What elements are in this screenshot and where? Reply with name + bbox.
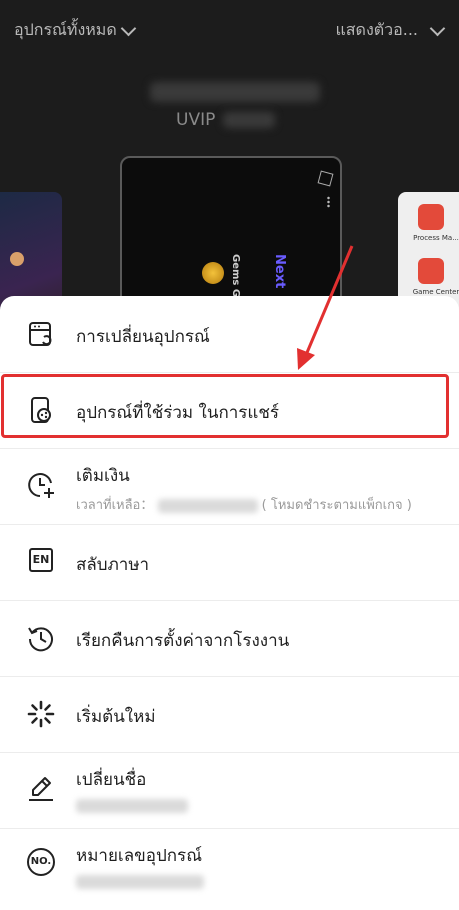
menu-item-rename[interactable]: เปลี่ยนชื่อ bbox=[0, 752, 459, 829]
language-icon: EN bbox=[29, 548, 53, 572]
menu-item-language[interactable]: EN สลับภาษา bbox=[0, 524, 459, 601]
app-label: Game Center bbox=[412, 288, 459, 296]
menu-item-recharge[interactable]: เติมเงิน เวลาที่เหลือ： ( โหมดชำระตามแพ็ก… bbox=[0, 448, 459, 525]
display-dropdown[interactable]: แสดงตัวอ... bbox=[335, 18, 446, 43]
device-number-value bbox=[76, 874, 204, 889]
device-menu-sheet: การเปลี่ยนอุปกรณ์ อุปกรณ์ที่ใช้ร่วม ในกา… bbox=[0, 296, 459, 910]
device-number-icon: NO. bbox=[27, 848, 55, 876]
next-text: Next bbox=[272, 254, 287, 289]
game-center-icon bbox=[418, 258, 444, 284]
process-manager-icon bbox=[418, 204, 444, 230]
menu-item-label: เรียกคืนการตั้งค่าจากโรงงาน bbox=[76, 631, 290, 651]
menu-item-switch-device[interactable]: การเปลี่ยนอุปกรณ์ bbox=[0, 296, 459, 373]
menu-item-restart[interactable]: เริ่มต้นใหม่ bbox=[0, 676, 459, 753]
game-character bbox=[10, 252, 24, 266]
chevron-down-icon bbox=[429, 20, 446, 36]
more-icon[interactable] bbox=[327, 196, 330, 208]
device-name-value bbox=[76, 798, 188, 813]
restore-icon bbox=[28, 627, 53, 652]
remaining-time-blurred bbox=[157, 498, 258, 513]
device-filter-dropdown[interactable]: อุปกรณ์ทั้งหมด bbox=[14, 18, 137, 43]
app-icon bbox=[317, 170, 334, 187]
display-label: แสดงตัวอ... bbox=[335, 20, 418, 39]
menu-item-label: เติมเงิน bbox=[76, 466, 130, 486]
vip-blurred bbox=[223, 112, 276, 128]
device-number-blurred bbox=[76, 874, 204, 889]
rename-icon bbox=[29, 777, 53, 801]
device-filter-label: อุปกรณ์ทั้งหมด bbox=[14, 20, 117, 39]
chevron-down-icon bbox=[120, 20, 137, 36]
vip-row: UVIP bbox=[176, 110, 276, 130]
menu-item-device-number[interactable]: NO. หมายเลขอุปกรณ์ bbox=[0, 828, 459, 910]
device-switch-icon bbox=[29, 322, 52, 346]
remaining-time: เวลาที่เหลือ： ( โหมดชำระตามแพ็กเกจ ) bbox=[76, 494, 412, 515]
menu-item-label: สลับภาษา bbox=[76, 555, 150, 575]
menu-item-label: เริ่มต้นใหม่ bbox=[76, 707, 156, 727]
device-name-blurred bbox=[150, 82, 320, 102]
app-label: Process Ma... bbox=[413, 234, 459, 242]
clock-plus-icon bbox=[28, 473, 54, 498]
menu-item-label: หมายเลขอุปกรณ์ bbox=[76, 846, 202, 866]
restart-icon bbox=[27, 700, 55, 728]
menu-item-factory-reset[interactable]: เรียกคืนการตั้งค่าจากโรงงาน bbox=[0, 600, 459, 677]
coin-icon bbox=[202, 262, 224, 284]
device-name-blurred bbox=[76, 798, 188, 813]
menu-item-label: เปลี่ยนชื่อ bbox=[76, 770, 147, 790]
remaining-time-suffix: ( โหมดชำระตามแพ็กเกจ ) bbox=[261, 498, 412, 513]
vip-label: UVIP bbox=[176, 110, 216, 130]
highlight-box bbox=[1, 374, 449, 438]
menu-item-label: การเปลี่ยนอุปกรณ์ bbox=[76, 327, 210, 347]
top-bar: อุปกรณ์ทั้งหมด แสดงตัวอ... bbox=[0, 0, 459, 60]
remaining-time-prefix: เวลาที่เหลือ： bbox=[76, 498, 154, 513]
